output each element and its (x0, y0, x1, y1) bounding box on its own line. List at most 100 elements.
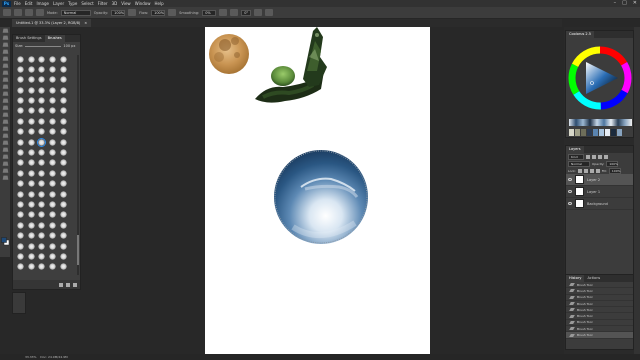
menu-3d[interactable]: 3D (112, 1, 118, 6)
symmetry-butterfly-icon[interactable] (265, 9, 274, 16)
brush-tip[interactable] (38, 65, 46, 73)
lock-position-icon[interactable] (589, 168, 594, 173)
visibility-eye-icon[interactable] (568, 178, 572, 181)
brush-tip[interactable] (38, 190, 46, 198)
brush-tip[interactable] (38, 128, 46, 136)
brush-tip[interactable] (49, 149, 57, 157)
flow-field[interactable]: 100% (151, 9, 166, 16)
brush-tip[interactable] (38, 117, 46, 125)
type-tool-icon[interactable] (2, 140, 9, 145)
brush-tip[interactable] (27, 128, 35, 136)
brush-tip[interactable] (60, 180, 68, 188)
brush-tip[interactable] (38, 76, 46, 84)
home-icon[interactable] (3, 9, 11, 16)
color-harmony-strip[interactable] (569, 119, 632, 126)
brush-tip[interactable] (60, 169, 68, 177)
gradient-tool-icon[interactable] (2, 112, 9, 117)
brush-tip[interactable] (16, 138, 24, 146)
pressure-opacity-icon[interactable] (128, 9, 137, 16)
brush-tip[interactable] (38, 221, 46, 229)
swatch[interactable] (611, 129, 616, 136)
brush-tip[interactable] (38, 97, 46, 105)
brush-tip[interactable] (16, 117, 24, 125)
brush-tip[interactable] (27, 97, 35, 105)
swatch[interactable] (581, 129, 586, 136)
document-tab[interactable]: Untitled-1 @ 33.3% (Layer 2, RGB/8) × (12, 19, 92, 27)
brush-preset-picker[interactable] (25, 9, 33, 16)
menu-view[interactable]: View (121, 1, 131, 6)
lock-transparent-icon[interactable] (577, 168, 582, 173)
swatch[interactable] (593, 129, 598, 136)
brush-tip[interactable] (49, 86, 57, 94)
menu-layer[interactable]: Layer (53, 1, 64, 6)
brush-tip[interactable] (60, 138, 68, 146)
zoom-tool-icon[interactable] (2, 168, 9, 173)
lasso-tool-icon[interactable] (2, 42, 9, 47)
brush-tip[interactable] (38, 149, 46, 157)
brush-size-value[interactable]: 100 px (63, 44, 75, 48)
path-selection-tool-icon[interactable] (2, 147, 9, 152)
menu-select[interactable]: Select (81, 1, 93, 6)
brush-tool-icon[interactable] (14, 9, 22, 16)
color-wheel[interactable] (566, 38, 635, 114)
swatch[interactable] (575, 129, 580, 136)
visibility-eye-icon[interactable] (568, 190, 572, 193)
opacity-field[interactable]: 100% (111, 9, 126, 16)
brush-tip[interactable] (38, 180, 46, 188)
brush-tip[interactable] (16, 55, 24, 63)
brush-tip[interactable] (60, 242, 68, 250)
brush-tip[interactable] (38, 242, 46, 250)
brush-tip[interactable] (16, 149, 24, 157)
new-brush-icon[interactable] (66, 282, 70, 287)
brush-tip[interactable] (27, 117, 35, 125)
marquee-tool-icon[interactable] (2, 35, 9, 40)
color-panel-title[interactable]: Coolorus 2.5 (566, 31, 594, 38)
rectangle-tool-icon[interactable] (2, 154, 9, 159)
brush-tip[interactable] (49, 200, 57, 208)
brush-tip[interactable] (27, 180, 35, 188)
layer-row[interactable]: Layer 2 (566, 174, 633, 186)
clone-stamp-tool-icon[interactable] (2, 91, 9, 96)
brush-tip[interactable] (49, 107, 57, 115)
brushes-scrollbar-thumb[interactable] (77, 235, 79, 265)
brush-tip[interactable] (60, 97, 68, 105)
brush-tip[interactable] (49, 180, 57, 188)
move-tool-icon[interactable] (2, 28, 9, 33)
brush-tip[interactable] (49, 252, 57, 260)
smoothing-options-gear-icon[interactable] (219, 9, 228, 16)
brush-tip[interactable] (38, 252, 46, 260)
document-tab-close-icon[interactable]: × (84, 19, 87, 27)
eraser-tool-icon[interactable] (2, 105, 9, 110)
quick-select-tool-icon[interactable] (2, 49, 9, 54)
brush-tip[interactable] (16, 190, 24, 198)
brush-tip[interactable] (37, 137, 47, 147)
brush-tip[interactable] (16, 252, 24, 260)
brush-tip[interactable] (27, 107, 35, 115)
menu-filter[interactable]: Filter (98, 1, 108, 6)
visibility-eye-icon[interactable] (568, 202, 572, 205)
brush-tip[interactable] (60, 252, 68, 260)
blend-mode-select[interactable]: Normal (568, 160, 590, 167)
brush-tip[interactable] (38, 107, 46, 115)
brush-tip[interactable] (27, 76, 35, 84)
brush-tip[interactable] (60, 55, 68, 63)
layer-opacity-field[interactable]: 100% (606, 160, 619, 167)
brush-tip[interactable] (49, 55, 57, 63)
brush-tip[interactable] (27, 221, 35, 229)
brush-tip[interactable] (38, 200, 46, 208)
brush-tip[interactable] (27, 65, 35, 73)
brush-tip[interactable] (60, 200, 68, 208)
brush-tip[interactable] (27, 86, 35, 94)
brush-tip[interactable] (38, 263, 46, 271)
tab-brushes[interactable]: Brushes (44, 35, 65, 42)
brush-tip[interactable] (27, 159, 35, 167)
brush-tip[interactable] (16, 97, 24, 105)
maximize-button[interactable]: □ (622, 0, 627, 6)
brush-tip[interactable] (16, 242, 24, 250)
brush-tip[interactable] (38, 55, 46, 63)
brush-tip[interactable] (60, 107, 68, 115)
fill-field[interactable]: 100% (608, 167, 621, 174)
pen-tool-icon[interactable] (2, 133, 9, 138)
brush-tip[interactable] (16, 159, 24, 167)
brush-tip[interactable] (49, 232, 57, 240)
